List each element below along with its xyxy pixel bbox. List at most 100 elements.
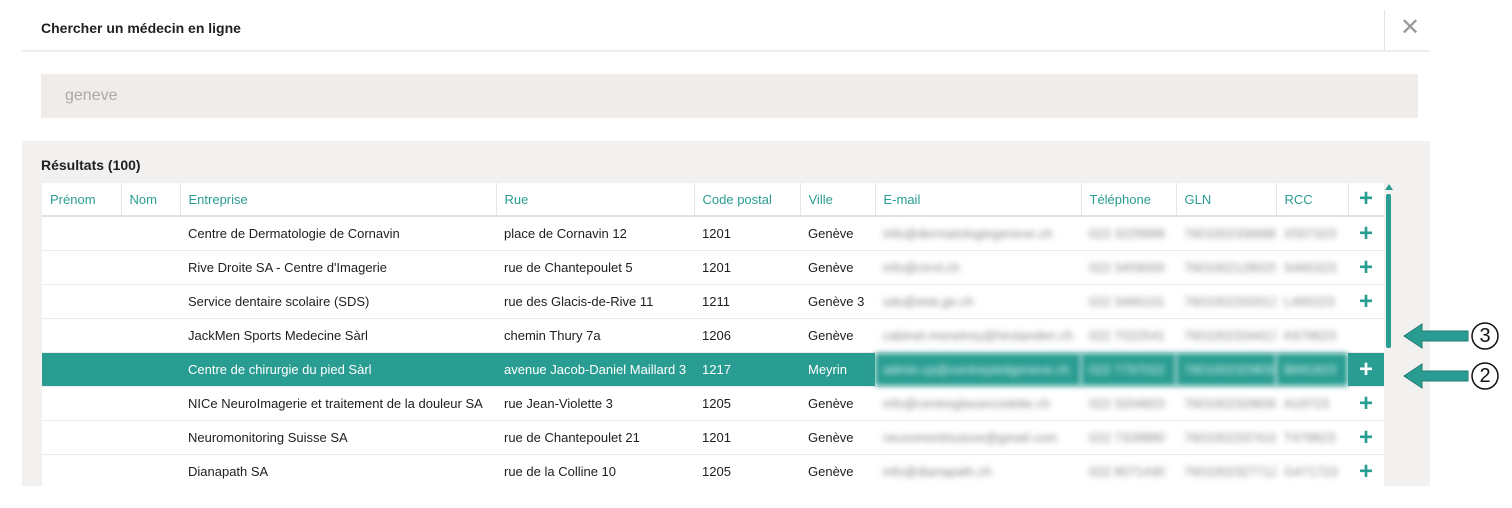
cell-rue: avenue Jacob-Daniel Maillard 3 bbox=[496, 352, 694, 387]
column-header-entreprise[interactable]: Entreprise bbox=[180, 183, 497, 217]
cell-entreprise: JackMen Sports Medecine Sàrl bbox=[180, 318, 496, 353]
column-header-telephone[interactable]: Téléphone bbox=[1081, 183, 1177, 217]
cell-email: info@dianapath.ch bbox=[875, 454, 1081, 486]
add-plus-icon[interactable]: + bbox=[1348, 386, 1384, 421]
cell-code-postal: 1206 bbox=[694, 318, 800, 353]
add-all-plus-icon[interactable]: + bbox=[1348, 183, 1384, 217]
add-plus-icon[interactable]: + bbox=[1348, 420, 1384, 455]
table-header-row: Prénom Nom Entreprise Rue Code postal Vi… bbox=[42, 183, 1384, 217]
cell-email: info@cirrd.ch bbox=[875, 250, 1081, 285]
cell-ville: Meyrin bbox=[800, 352, 875, 387]
table-row[interactable]: Dianapath SA rue de la Colline 10 1205 Genè… bbox=[42, 454, 1384, 486]
cell-ville: Genève bbox=[800, 386, 875, 421]
cell-code-postal: 1211 bbox=[694, 284, 800, 319]
header-divider bbox=[1384, 10, 1385, 50]
table-row[interactable]: Centre de chirurgie du pied Sàrl avenue J… bbox=[42, 352, 1384, 387]
cell-email: neuromonitsuisse@gmail.com bbox=[875, 420, 1081, 455]
cell-prenom bbox=[42, 318, 121, 353]
cell-entreprise: Service dentaire scolaire (SDS) bbox=[180, 284, 496, 319]
add-plus-icon[interactable] bbox=[1348, 318, 1384, 353]
arrow-left-icon bbox=[1403, 363, 1469, 389]
cell-rue: chemin Thury 7a bbox=[496, 318, 694, 353]
scrollbar-thumb[interactable] bbox=[1386, 194, 1391, 348]
cell-rcc: A19723 bbox=[1276, 386, 1348, 421]
cell-gln: 7601002337416 bbox=[1176, 420, 1276, 455]
column-header-ville[interactable]: Ville bbox=[800, 183, 876, 217]
results-panel: Résultats (100) Prénom Nom Entreprise Ru… bbox=[22, 141, 1430, 486]
cell-telephone: 022 8071430 bbox=[1081, 454, 1176, 486]
column-header-nom[interactable]: Nom bbox=[121, 183, 181, 217]
cell-rcc: S465323 bbox=[1276, 250, 1348, 285]
close-icon[interactable]: ✕ bbox=[1400, 16, 1420, 40]
table-row[interactable]: Neuromonitoring Suisse SA rue de Chantepo… bbox=[42, 420, 1384, 455]
dialog-title: Chercher un médecin en ligne bbox=[41, 20, 241, 36]
cell-telephone: 022 7797022 bbox=[1081, 352, 1176, 387]
cell-telephone: 022 3466101 bbox=[1081, 284, 1176, 319]
cell-rue: rue de la Colline 10 bbox=[496, 454, 694, 486]
dialog-header: Chercher un médecin en ligne ✕ bbox=[22, 8, 1430, 52]
cell-code-postal: 1201 bbox=[694, 250, 800, 285]
table-row[interactable]: Service dentaire scolaire (SDS) rue des G… bbox=[42, 284, 1384, 319]
cell-prenom bbox=[42, 216, 121, 251]
cell-telephone: 022 3204823 bbox=[1081, 386, 1176, 421]
cell-ville: Genève bbox=[800, 454, 875, 486]
cell-rue: rue des Glacis-de-Rive 11 bbox=[496, 284, 694, 319]
column-header-code-postal[interactable]: Code postal bbox=[694, 183, 801, 217]
cell-rue: place de Cornavin 12 bbox=[496, 216, 694, 251]
cell-telephone: 022 3459000 bbox=[1081, 250, 1176, 285]
arrow-left-icon bbox=[1403, 323, 1469, 349]
cell-email: info@dermatologiegeneve.ch bbox=[875, 216, 1081, 251]
cell-prenom bbox=[42, 386, 121, 421]
scroll-up-arrow-icon[interactable] bbox=[1385, 184, 1393, 190]
cell-gln: 7601002329839 bbox=[1176, 386, 1276, 421]
cell-ville: Genève bbox=[800, 420, 875, 455]
column-header-email[interactable]: E-mail bbox=[875, 183, 1082, 217]
search-input[interactable] bbox=[41, 74, 1418, 118]
cell-entreprise: Rive Droite SA - Centre d'Imagerie bbox=[180, 250, 496, 285]
column-header-prenom[interactable]: Prénom bbox=[42, 183, 122, 217]
cell-gln: 7601002327712 bbox=[1176, 454, 1276, 486]
cell-gln: 7601002128025 bbox=[1176, 250, 1276, 285]
cell-ville: Genève bbox=[800, 318, 875, 353]
cell-code-postal: 1205 bbox=[694, 454, 800, 486]
cell-rcc: L465223 bbox=[1276, 284, 1348, 319]
column-header-gln[interactable]: GLN bbox=[1176, 183, 1277, 217]
cell-ville: Genève bbox=[800, 250, 875, 285]
callout-3: 3 bbox=[1402, 321, 1500, 351]
table-row[interactable]: Centre de Dermatologie de Cornavin place … bbox=[42, 216, 1384, 251]
cell-telephone: 022 7328880 bbox=[1081, 420, 1176, 455]
cell-entreprise: NICe NeuroImagerie et traitement de la d… bbox=[180, 386, 496, 421]
cell-prenom bbox=[42, 352, 121, 387]
add-plus-icon[interactable]: + bbox=[1348, 284, 1384, 319]
cell-rue: rue Jean-Violette 3 bbox=[496, 386, 694, 421]
table-scrollbar[interactable] bbox=[1385, 184, 1393, 486]
cell-rcc: X507323 bbox=[1276, 216, 1348, 251]
results-title: Résultats (100) bbox=[41, 157, 141, 173]
cell-nom bbox=[121, 420, 180, 455]
add-plus-icon[interactable]: + bbox=[1348, 454, 1384, 486]
callout-number: 3 bbox=[1479, 325, 1491, 347]
cell-prenom bbox=[42, 284, 121, 319]
add-plus-icon[interactable]: + bbox=[1348, 216, 1384, 251]
cell-code-postal: 1201 bbox=[694, 420, 800, 455]
table-row[interactable]: JackMen Sports Medecine Sàrl chemin Thury… bbox=[42, 318, 1384, 353]
cell-entreprise: Dianapath SA bbox=[180, 454, 496, 486]
cell-rcc: K679623 bbox=[1276, 318, 1348, 353]
cell-gln: 7601002332013 bbox=[1176, 284, 1276, 319]
cell-rcc: T479823 bbox=[1276, 420, 1348, 455]
add-plus-icon[interactable]: + bbox=[1348, 250, 1384, 285]
table-row[interactable]: NICe NeuroImagerie et traitement de la d… bbox=[42, 386, 1384, 421]
cell-code-postal: 1205 bbox=[694, 386, 800, 421]
column-header-rue[interactable]: Rue bbox=[496, 183, 695, 217]
table-row[interactable]: Rive Droite SA - Centre d'Imagerie rue de… bbox=[42, 250, 1384, 285]
cell-telephone: 022 3229999 bbox=[1081, 216, 1176, 251]
results-table: Prénom Nom Entreprise Rue Code postal Vi… bbox=[42, 183, 1384, 486]
cell-email: admin.cp@centrepiedgeneve.ch bbox=[875, 352, 1081, 387]
cell-prenom bbox=[42, 250, 121, 285]
cell-ville: Genève bbox=[800, 216, 875, 251]
add-plus-icon[interactable]: + bbox=[1348, 352, 1384, 387]
column-header-rcc[interactable]: RCC bbox=[1276, 183, 1349, 217]
cell-prenom bbox=[42, 420, 121, 455]
cell-nom bbox=[121, 386, 180, 421]
cell-gln: 7601002334413 bbox=[1176, 318, 1276, 353]
